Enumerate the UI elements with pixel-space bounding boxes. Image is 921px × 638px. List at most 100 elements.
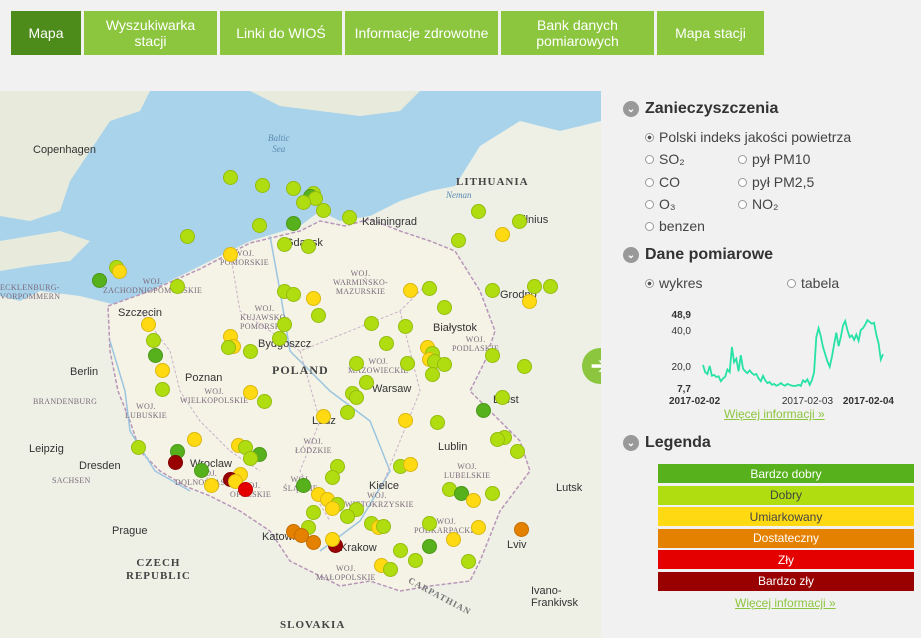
station-marker[interactable] [397,318,413,334]
station-marker[interactable] [254,178,270,194]
city-szczecin: Szczecin [118,307,163,319]
measurement-title: Dane pomiarowe [645,246,774,263]
city-lutsk: Lutsk [556,482,583,494]
station-marker[interactable] [315,202,331,218]
station-marker[interactable] [378,336,394,352]
tab-bank-danych-pomiarowych[interactable]: Bank danych pomiarowych [501,11,654,55]
station-marker[interactable] [179,229,195,245]
station-marker[interactable] [187,432,202,448]
station-marker[interactable] [276,317,292,333]
station-marker[interactable] [296,194,312,210]
region-lodzkie: WOJ. ŁÓDZKIE [295,437,332,455]
station-marker[interactable] [194,462,210,478]
station-marker[interactable] [494,390,510,405]
station-marker[interactable] [397,412,413,428]
city-ivano-frankivsk: Ivano- Frankivsk [531,585,579,609]
station-marker[interactable] [145,332,161,348]
station-marker[interactable] [364,315,380,331]
station-marker[interactable] [242,344,258,360]
y-tick-label: 48,9 [672,310,692,321]
station-marker[interactable] [242,451,258,467]
station-marker[interactable] [167,455,183,471]
station-marker[interactable] [400,355,416,371]
station-marker[interactable] [526,279,542,295]
station-marker[interactable] [359,374,375,390]
legend-item: Umiarkowany [658,507,914,526]
radio-benzen[interactable]: benzen [645,218,705,234]
lithuania-label: LITHUANIA [456,176,529,188]
station-marker[interactable] [424,367,440,383]
pollution-section-header[interactable]: ⌄ Zanieczyszczenia [623,100,778,118]
station-marker[interactable] [509,443,525,459]
station-marker[interactable] [475,403,491,418]
air-quality-map[interactable]: Baltic Sea Neman LITHUANIA POLAND CZECH … [0,91,601,638]
station-marker[interactable] [237,481,253,497]
radio-pm10[interactable]: pył PM10 [738,151,810,167]
station-marker[interactable] [305,504,321,520]
station-marker[interactable] [470,204,486,220]
station-marker[interactable] [422,280,438,296]
measurement-more-link[interactable]: Więcej informacji » [724,407,825,421]
radio-label: CO [659,174,680,190]
station-marker[interactable] [310,308,326,324]
radio-label: O₃ [659,196,676,212]
radio-dot [645,177,654,187]
station-marker[interactable] [242,384,258,400]
station-marker[interactable] [521,294,537,310]
station-marker[interactable] [446,531,462,547]
measurement-chart[interactable]: 7,7 20,0 40,0 48,9 2017-02-02 2017-02-03 2017-… [661,306,901,411]
chevron-down-icon: ⌄ [623,247,639,263]
radio-pm25[interactable]: pył PM2,5 [738,174,814,190]
legend-section-header[interactable]: ⌄ Legenda [623,434,711,452]
radio-label: pył PM2,5 [752,174,815,190]
tab-informacje-zdrowotne[interactable]: Informacje zdrowotne [345,11,498,55]
radio-o3[interactable]: O₃ [645,196,676,212]
station-marker[interactable] [315,409,331,425]
radio-label: benzen [659,218,705,234]
station-marker[interactable] [271,331,287,347]
station-marker[interactable] [111,263,127,279]
tab-mapa-stacji[interactable]: Mapa stacji [657,11,764,55]
legend-more-link[interactable]: Więcej informacji » [735,596,836,610]
station-marker[interactable] [407,552,423,568]
radio-dot [645,199,654,209]
station-marker[interactable] [511,214,527,230]
station-marker[interactable] [485,485,501,501]
station-marker[interactable] [402,282,418,298]
station-marker[interactable] [325,531,341,547]
tab-linki-do-wios[interactable]: Linki do WIOŚ [220,11,342,55]
radio-co[interactable]: CO [645,174,680,190]
czech-label: CZECH REPUBLIC [126,557,191,582]
station-marker[interactable] [305,290,321,306]
station-marker[interactable] [339,508,355,524]
region-warminsko-mazurskie: WOJ. WARMIŃSKO- MAZURSKIE [333,269,388,296]
legend-item: Bardzo dobry [658,464,914,483]
radio-no2[interactable]: NO₂ [738,196,778,212]
station-marker[interactable] [402,456,418,472]
station-marker[interactable] [131,439,147,455]
tab-wyszukiwarka-stacji[interactable]: Wyszukiwarka stacji [84,11,217,55]
station-marker[interactable] [170,279,186,295]
station-marker[interactable] [339,405,355,421]
radio-dot [738,177,747,187]
station-marker[interactable] [429,415,445,431]
radio-so2[interactable]: SO₂ [645,151,685,167]
radio-label: Polski indeks jakości powietrza [659,129,852,145]
region-zachodniopomorskie: WOJ. ZACHODNIOPOMORSKIE [103,277,203,295]
region-malopolskie: WOJ. MAŁOPOLSKIE [316,564,376,582]
station-marker[interactable] [296,477,312,493]
city-dresden: Dresden [79,460,121,472]
radio-tabela[interactable]: tabela [787,275,839,291]
measurement-section-header[interactable]: ⌄ Dane pomiarowe [623,246,773,264]
radio-polski-indeks[interactable]: Polski indeks jakości powietrza [645,129,851,145]
station-marker[interactable] [276,237,292,252]
region-wielkopolskie: WOJ. WIELKOPOLSKIE [180,387,249,405]
radio-dot [645,278,654,288]
radio-wykres[interactable]: wykres [645,275,703,291]
station-marker[interactable] [349,355,365,371]
radio-label: tabela [801,275,840,291]
station-marker[interactable] [203,477,219,493]
tab-mapa[interactable]: Mapa [11,11,81,55]
station-marker[interactable] [470,520,486,536]
station-marker[interactable] [494,227,510,243]
